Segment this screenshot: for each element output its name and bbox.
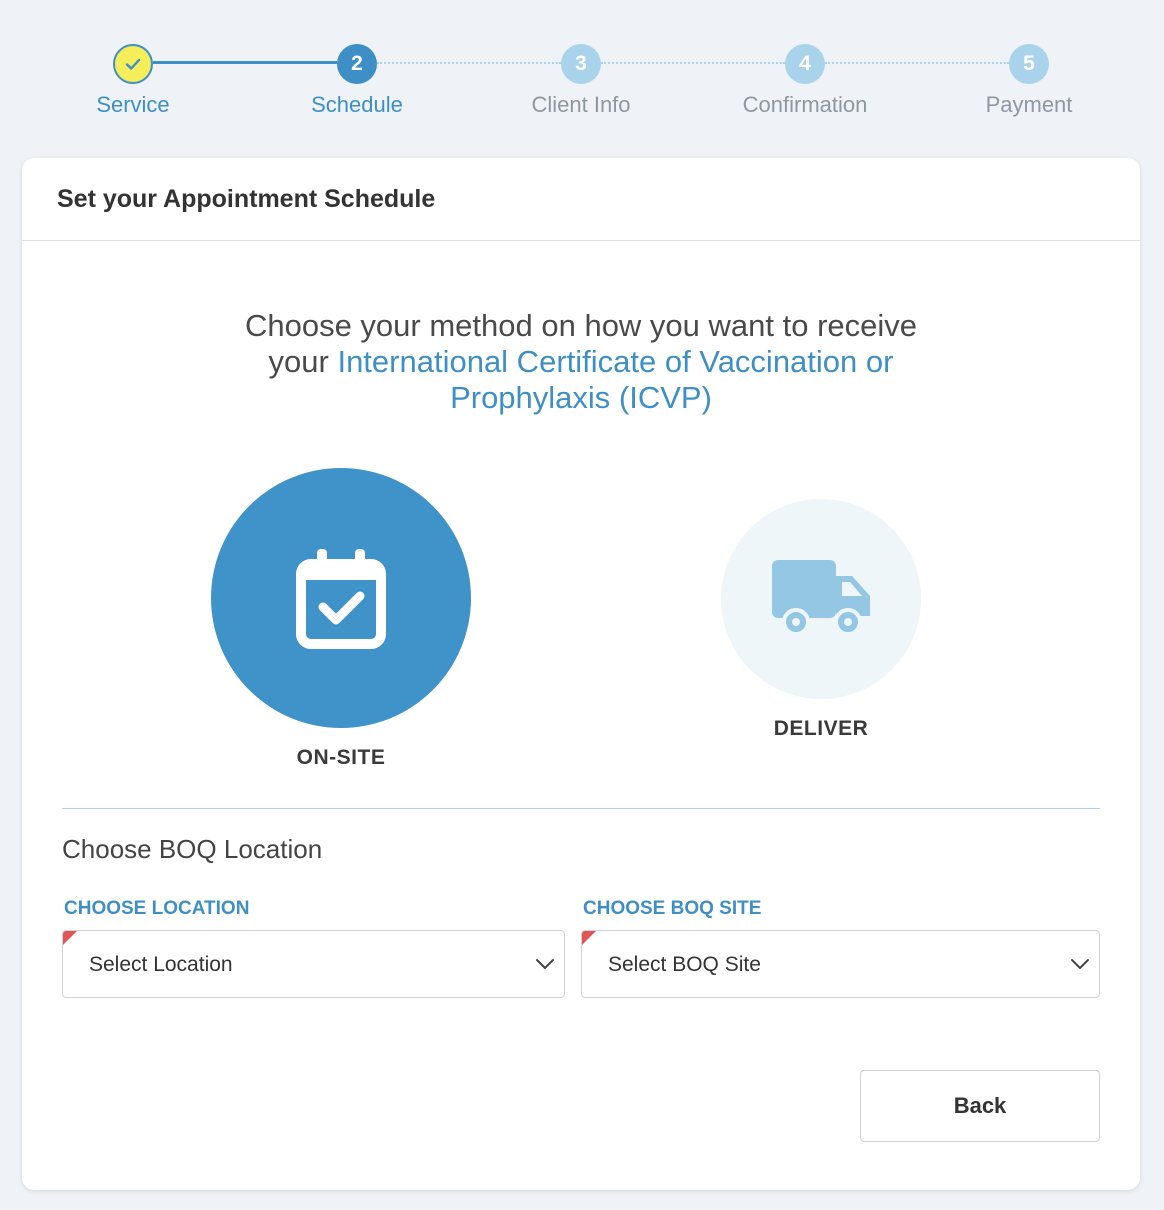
step-connector-pending (377, 62, 561, 64)
step-schedule-number: 2 (337, 44, 377, 84)
card-title: Set your Appointment Schedule (22, 158, 1140, 241)
boq-site-field-label: CHOOSE BOQ SITE (583, 898, 762, 919)
boq-site-select[interactable]: Select BOQ Site (581, 930, 1100, 998)
icvp-highlight-b: Prophylaxis (ICVP) (450, 380, 712, 415)
step-schedule-label: Schedule (311, 92, 403, 117)
step-service-label: Service (96, 92, 170, 117)
onsite-circle[interactable] (211, 468, 471, 728)
truck-icon (772, 560, 870, 636)
step-client-info-label: Client Info (531, 92, 631, 117)
step-payment-label: Payment (985, 92, 1073, 117)
location-field-label: CHOOSE LOCATION (64, 898, 250, 919)
calendar-check-icon (296, 549, 386, 649)
method-onsite-option[interactable]: ON-SITE (210, 468, 472, 770)
required-marker (582, 931, 596, 945)
method-deliver-option[interactable]: DELIVER (720, 499, 922, 741)
back-button[interactable]: Back (860, 1070, 1100, 1142)
instructions-line-2: your International Certificate of Vaccin… (22, 344, 1140, 380)
location-select[interactable]: Select Location (62, 930, 565, 998)
location-select-value: Select Location (89, 953, 233, 976)
boq-site-select-value: Select BOQ Site (608, 953, 761, 976)
schedule-card: Set your Appointment Schedule Choose you… (22, 158, 1140, 1190)
step-service-circle (113, 44, 153, 84)
instructions-line-1: Choose your method on how you want to re… (244, 308, 918, 343)
deliver-label: DELIVER (773, 717, 869, 740)
icvp-highlight-a: International Certificate of Vaccination… (337, 344, 894, 379)
step-connector-pending (825, 62, 1009, 64)
deliver-circle[interactable] (721, 499, 921, 699)
step-payment-number: 5 (1009, 44, 1049, 84)
checkmark-icon (125, 58, 141, 70)
chevron-down-icon (536, 959, 554, 969)
onsite-label: ON-SITE (296, 746, 386, 769)
step-connector-complete (153, 61, 337, 64)
step-confirmation-number: 4 (785, 44, 825, 84)
method-instructions: Choose your method on how you want to re… (22, 308, 1140, 416)
step-client-info-number: 3 (561, 44, 601, 84)
chevron-down-icon (1071, 959, 1089, 969)
instructions-prefix: your (268, 344, 338, 379)
step-confirmation-label: Confirmation (742, 92, 868, 117)
required-marker (63, 931, 77, 945)
boq-location-title: Choose BOQ Location (62, 834, 323, 864)
section-divider (62, 808, 1100, 809)
progress-stepper: Service 2 Schedule 3 Client Info 4 Confi… (0, 0, 1164, 140)
step-connector-pending (601, 62, 785, 64)
